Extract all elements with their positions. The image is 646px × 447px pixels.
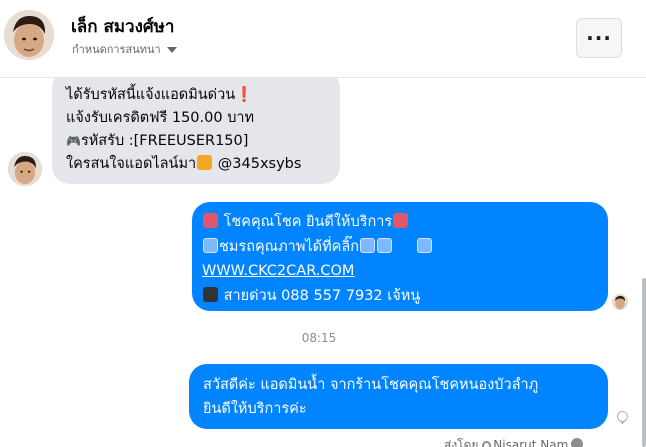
scrollbar[interactable]: [642, 278, 646, 447]
message-text: ได้รับรหัสนี้แจ้งแอดมินด่วน: [66, 87, 236, 103]
number-ten-emoji-icon: [197, 155, 213, 170]
outgoing-message-bubble[interactable]: สวัสดีค่ะ แอดมินน้ำ จากร้านโชคคุณโชคหนอง…: [189, 364, 608, 429]
conversation-header: เล็ก สมวงศ์ษา กำหนดการสนทนา ···: [0, 0, 646, 78]
message-text: โชคคุณโชค ยินดีให้บริการ: [223, 214, 393, 230]
play-button-emoji-icon: [417, 237, 433, 253]
exclamation-icon: ❗: [235, 87, 254, 103]
sender-avatar-image: [8, 152, 42, 186]
message-text: ใครสนใจแอดไลน์มา: [66, 156, 197, 172]
sparkle-emoji-icon: [393, 213, 409, 228]
sparkle-emoji-icon: [203, 213, 218, 228]
website-link[interactable]: WWW.CKC2CAR.COM: [202, 263, 354, 279]
message-text: รหัสรับ :[FREEUSER150]: [80, 133, 249, 149]
phone-emoji-icon: [203, 286, 218, 302]
check-mark: [620, 419, 627, 425]
incoming-message-bubble[interactable]: ได้รับรหัสนี้แจ้งแอดมินด่วน❗ แจ้งรับเครด…: [52, 70, 340, 184]
message-timestamp: 08:15: [301, 331, 337, 345]
message-line: ชมรถคุณภาพได้ที่คลิ๊ก: [202, 235, 594, 260]
gamepad-icon: 🎮: [66, 134, 81, 148]
read-receipt-avatar-image: [612, 294, 628, 310]
message-line: แจ้งรับเครดิตฟรี 150.00 บาท: [66, 110, 255, 126]
message-line: ได้รับรหัสนี้แจ้งแอดมินด่วน❗: [66, 84, 326, 107]
down-arrow-emoji-icon: [377, 237, 393, 253]
caret-down-icon: [166, 47, 177, 53]
message-line: สวัสดีค่ะ แอดมินน้ำ จากร้านโชคคุณโชคหนอง…: [203, 377, 539, 393]
seen-check-icon: [617, 411, 628, 425]
message-line: ยินดีให้บริการค่ะ: [203, 401, 307, 417]
conversation-settings-label: กำหนดการสนทนา: [72, 43, 161, 56]
read-receipt-avatar: [612, 294, 628, 310]
line-id-text: @345xsybs: [217, 156, 302, 172]
sender-name[interactable]: Nisarut Nam: [493, 438, 568, 447]
message-line: ใครสนใจแอดไลน์มา @345xsybs: [66, 153, 326, 176]
message-line: สายด่วน 088 557 7932 เจ้หนู: [202, 284, 594, 309]
help-icon[interactable]: [571, 438, 584, 447]
message-text: ชมรถคุณภาพได้ที่คลิ๊ก: [219, 238, 360, 255]
outgoing-message-bubble[interactable]: โชคคุณโชค ยินดีให้บริการ ชมรถคุณภาพได้ที…: [192, 202, 608, 311]
messenger-conversation: เล็ก สมวงศ์ษา กำหนดการสนทนา ··· ได้รับรห…: [0, 0, 646, 447]
sent-by-prefix: ส่งโดย: [444, 438, 479, 447]
conversation-settings-dropdown[interactable]: กำหนดการสนทนา: [72, 40, 177, 58]
gear-icon: [482, 441, 492, 447]
message-line: WWW.CKC2CAR.COM: [202, 259, 594, 284]
more-dots-icon: ···: [586, 26, 612, 50]
contact-avatar[interactable]: [4, 10, 54, 60]
message-line: 🎮รหัสรับ :[FREEUSER150]: [66, 130, 326, 153]
contact-avatar-image: [4, 10, 54, 60]
message-text: สายด่วน 088 557 7932 เจ้หนู: [223, 287, 421, 304]
play-button-emoji-icon: [203, 237, 218, 253]
contact-name[interactable]: เล็ก สมวงศ์ษา: [71, 13, 174, 40]
more-options-button[interactable]: ···: [576, 18, 622, 58]
sent-by-label: ส่งโดย Nisarut Nam: [444, 436, 584, 447]
sender-avatar[interactable]: [8, 152, 42, 186]
message-line: โชคคุณโชค ยินดีให้บริการ: [202, 210, 594, 235]
down-arrow-emoji-icon: [360, 237, 376, 253]
